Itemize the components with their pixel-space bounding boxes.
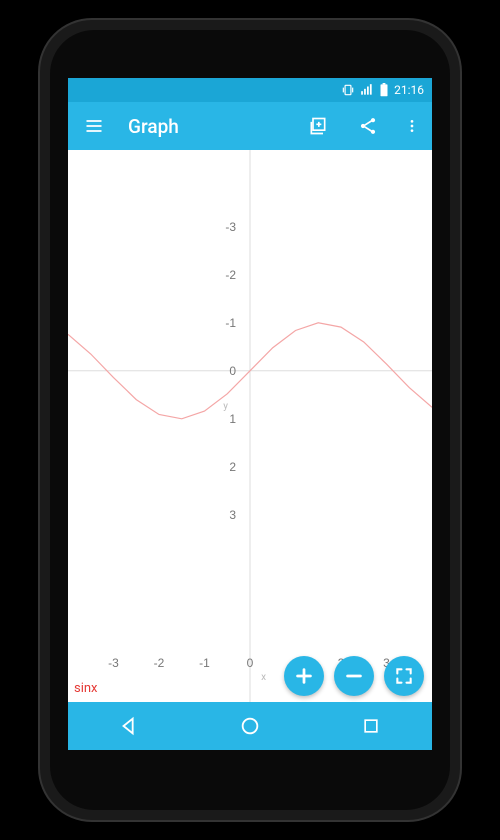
home-button[interactable]	[220, 706, 280, 746]
recent-button[interactable]	[341, 706, 401, 746]
status-bar: 21:16	[68, 78, 432, 102]
svg-text:-1: -1	[199, 656, 210, 670]
svg-text:-3: -3	[108, 656, 119, 670]
svg-text:-1: -1	[225, 316, 236, 330]
svg-text:x: x	[261, 672, 266, 683]
svg-text:-2: -2	[225, 268, 236, 282]
back-button[interactable]	[99, 706, 159, 746]
signal-icon	[360, 83, 374, 97]
phone-frame: 21:16 Graph 3210-1-2-3y-	[40, 20, 460, 820]
battery-icon	[379, 83, 389, 97]
svg-text:3: 3	[229, 508, 236, 522]
screen: 21:16 Graph 3210-1-2-3y-	[68, 78, 432, 750]
fab-row	[284, 656, 424, 696]
svg-text:0: 0	[229, 364, 236, 378]
function-label: sinx	[74, 681, 98, 696]
graph-area[interactable]: 3210-1-2-3y-3-2-10123x sinx	[68, 150, 432, 702]
zoom-in-button[interactable]	[284, 656, 324, 696]
graph-canvas[interactable]: 3210-1-2-3y-3-2-10123x	[68, 150, 432, 702]
svg-text:y: y	[223, 401, 228, 412]
add-button[interactable]	[302, 110, 334, 142]
page-title: Graph	[128, 115, 284, 138]
svg-text:-2: -2	[154, 656, 165, 670]
overflow-menu-button[interactable]	[402, 110, 422, 142]
hamburger-icon[interactable]	[78, 110, 110, 142]
svg-text:2: 2	[229, 460, 236, 474]
nav-bar	[68, 702, 432, 750]
phone-inner: 21:16 Graph 3210-1-2-3y-	[50, 30, 450, 810]
share-button[interactable]	[352, 110, 384, 142]
svg-text:1: 1	[229, 412, 236, 426]
svg-text:-3: -3	[225, 220, 236, 234]
fit-screen-button[interactable]	[384, 656, 424, 696]
zoom-out-button[interactable]	[334, 656, 374, 696]
vibrate-icon	[341, 83, 355, 97]
clock-text: 21:16	[394, 83, 424, 97]
app-bar: Graph	[68, 102, 432, 150]
svg-text:0: 0	[247, 656, 254, 670]
